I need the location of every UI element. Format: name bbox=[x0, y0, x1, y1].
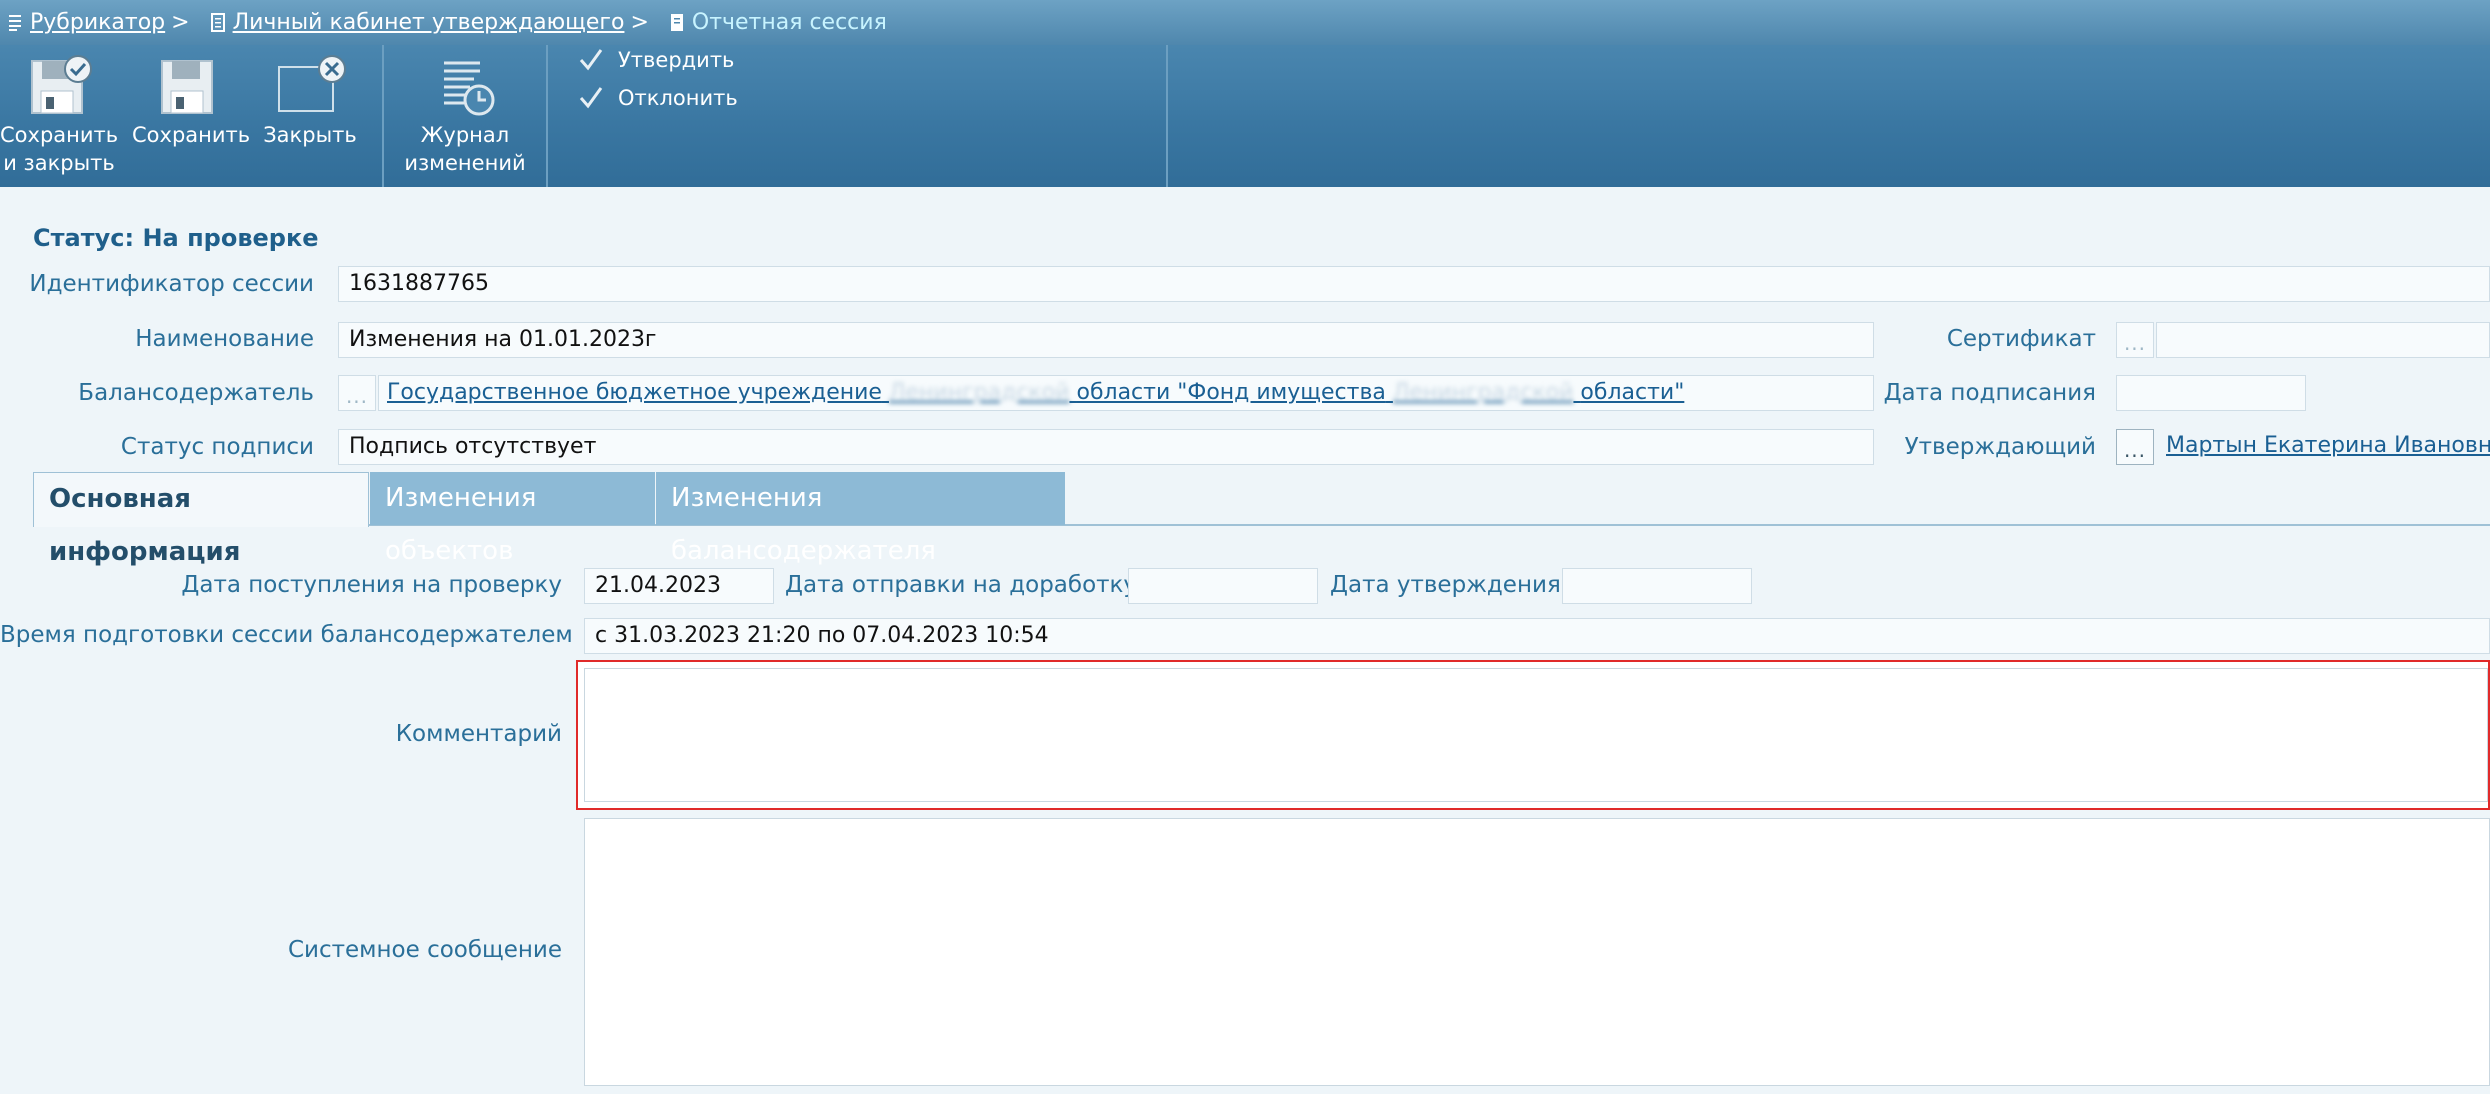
reject-label: Отклонить bbox=[618, 86, 738, 110]
approver-label: Утверждающий bbox=[1904, 434, 2096, 460]
system-message-label: Системное сообщение bbox=[287, 937, 562, 963]
breadcrumb-link-rubricator[interactable]: Рубрикатор bbox=[30, 10, 165, 35]
receipt-date-label: Дата поступления на проверку bbox=[181, 572, 562, 598]
document-icon bbox=[210, 3, 225, 32]
close-button[interactable]: Закрыть bbox=[258, 45, 362, 187]
save-label: Сохранить bbox=[132, 123, 251, 147]
status-title: Статус: На проверке bbox=[33, 224, 319, 252]
save-and-close-label: Сохранить bbox=[0, 123, 119, 147]
rework-date-label: Дата отправки на доработку bbox=[785, 572, 1138, 598]
save-button[interactable]: Сохранить bbox=[132, 45, 251, 187]
balance-holder-field: Государственное бюджетное учреждение Лен… bbox=[378, 375, 1874, 411]
balance-holder-label: Балансодержатель bbox=[78, 380, 314, 406]
sign-date-label: Дата подписания bbox=[1883, 380, 2096, 406]
change-log-label-2: изменений bbox=[404, 151, 526, 175]
session-id-field[interactable]: 1631887765 bbox=[338, 266, 2490, 302]
save-and-close-label-2: и закрыть bbox=[3, 151, 115, 175]
redacted-text: Ленинградской bbox=[1392, 380, 1574, 405]
change-log-button[interactable]: Журнал изменений bbox=[400, 45, 530, 187]
balance-holder-link[interactable]: Государственное бюджетное учреждение Лен… bbox=[387, 380, 1684, 405]
approve-button[interactable]: Утвердить bbox=[578, 47, 734, 73]
name-label: Наименование bbox=[135, 326, 314, 352]
balance-holder-text-2: области "Фонд имущества bbox=[1076, 380, 1386, 405]
name-field[interactable]: Изменения на 01.01.2023г bbox=[338, 322, 1874, 358]
document-icon bbox=[670, 3, 684, 31]
system-message-textarea[interactable] bbox=[584, 818, 2490, 1086]
approve-label: Утвердить bbox=[618, 48, 735, 72]
rework-date-field[interactable] bbox=[1128, 568, 1318, 604]
toolbar-divider bbox=[382, 45, 384, 187]
comment-label: Комментарий bbox=[395, 721, 562, 747]
balance-holder-text-3: области" bbox=[1580, 380, 1685, 405]
signature-status-label: Статус подписи bbox=[120, 434, 314, 460]
breadcrumb-separator: > bbox=[171, 10, 190, 35]
approver-field: Мартын Екатерина Ивановна bbox=[2166, 430, 2490, 462]
receipt-date-field[interactable]: 21.04.2023 bbox=[584, 568, 774, 604]
breadcrumb-separator: > bbox=[630, 10, 649, 35]
journal-clock-icon bbox=[434, 53, 496, 126]
save-check-icon bbox=[24, 53, 94, 124]
toolbar: Сохранить и закрыть Сохранить Закрыть Жу… bbox=[0, 45, 2490, 187]
approval-date-field[interactable] bbox=[1562, 568, 1752, 604]
balance-holder-picker-button[interactable]: ... bbox=[338, 375, 376, 411]
comment-textarea[interactable] bbox=[584, 668, 2488, 802]
change-log-label: Журнал bbox=[420, 123, 510, 147]
reject-button[interactable]: Отклонить bbox=[578, 85, 738, 111]
breadcrumb-current: Отчетная сессия bbox=[691, 10, 887, 35]
tab-main-info[interactable]: Основная информация bbox=[33, 472, 369, 567]
check-icon bbox=[578, 85, 604, 111]
list-icon bbox=[8, 3, 22, 31]
save-and-close-button[interactable]: Сохранить и закрыть bbox=[0, 45, 118, 187]
breadcrumb: Рубрикатор > Личный кабинет утверждающего… bbox=[0, 0, 2490, 45]
tab-object-changes[interactable]: Изменения объектов bbox=[370, 472, 655, 566]
certificate-field[interactable] bbox=[2156, 322, 2490, 358]
redacted-text: Ленинградской bbox=[888, 380, 1070, 405]
save-icon bbox=[158, 53, 218, 124]
approver-link[interactable]: Мартын Екатерина Ивановна bbox=[2166, 433, 2490, 458]
comment-box bbox=[576, 660, 2490, 810]
check-icon bbox=[578, 47, 604, 73]
approval-date-label: Дата утверждения bbox=[1330, 572, 1561, 598]
close-window-icon bbox=[269, 53, 351, 124]
balance-holder-text-1: Государственное бюджетное учреждение bbox=[387, 380, 882, 405]
prep-time-label: Время подготовки сессии балансодержателе… bbox=[0, 622, 573, 648]
tab-holder-changes[interactable]: Изменения балансодержателя bbox=[656, 472, 1065, 566]
signature-status-field[interactable]: Подпись отсутствует bbox=[338, 429, 1874, 465]
close-label: Закрыть bbox=[263, 123, 357, 147]
breadcrumb-link-approver-cabinet[interactable]: Личный кабинет утверждающего bbox=[233, 10, 625, 35]
session-id-label: Идентификатор сессии bbox=[29, 271, 314, 297]
approver-picker-button[interactable]: ... bbox=[2116, 429, 2154, 465]
certificate-label: Сертификат bbox=[1946, 326, 2096, 352]
certificate-picker-button[interactable]: ... bbox=[2116, 322, 2154, 358]
prep-time-field[interactable]: с 31.03.2023 21:20 по 07.04.2023 10:54 bbox=[584, 618, 2490, 654]
toolbar-divider bbox=[1166, 45, 1168, 187]
sign-date-field[interactable] bbox=[2116, 375, 2306, 411]
toolbar-divider bbox=[546, 45, 548, 187]
